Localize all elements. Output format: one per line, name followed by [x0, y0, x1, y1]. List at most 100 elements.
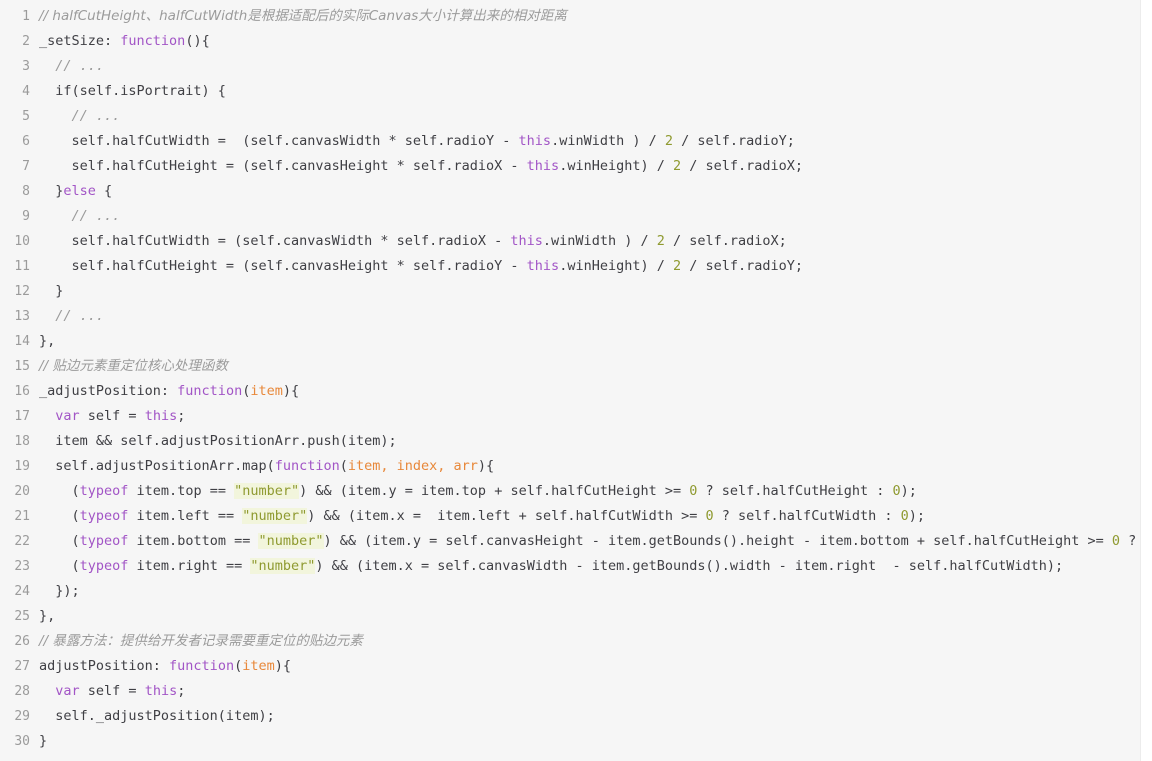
code-token: typeof [79, 483, 129, 499]
code-token: { [95, 183, 113, 199]
code-token: ){ [282, 383, 300, 399]
code-token: item && self.adjustPositionArr.push(item… [39, 433, 397, 449]
line-number: 17 [14, 409, 30, 424]
code-line-text: self.halfCutWidth = (self.canvasWidth * … [30, 129, 1140, 154]
line-number: 13 [14, 309, 30, 324]
code-token: self._adjustPosition(item); [39, 708, 275, 724]
code-line-text: (typeof item.left == "number") && (item.… [30, 504, 1140, 529]
line-number: 18 [14, 434, 30, 449]
code-line: 12 } [0, 279, 1140, 304]
code-block[interactable]: 1 // halfCutHeight、halfCutWidth是根据适配后的实际C… [0, 0, 1141, 761]
code-line: 25}, [0, 604, 1140, 629]
code-lines-container: 1 // halfCutHeight、halfCutWidth是根据适配后的实际C… [0, 0, 1140, 754]
code-token: ){ [274, 658, 291, 674]
code-token: .winWidth ) / [551, 133, 665, 149]
code-token: typeof [79, 508, 129, 524]
code-line: 24 }); [0, 579, 1140, 604]
code-line-text: self._adjustPosition(item); [30, 704, 1140, 729]
line-number: 14 [14, 334, 30, 349]
line-number: 21 [14, 509, 30, 524]
code-line: 22 (typeof item.bottom == "number") && (… [0, 529, 1140, 554]
code-line-text: self.halfCutHeight = (self.canvasHeight … [30, 254, 1140, 279]
code-token: self.adjustPositionArr.map( [39, 458, 275, 474]
code-token: ; [177, 408, 186, 424]
code-line-text: self.halfCutHeight = (self.canvasHeight … [30, 154, 1140, 179]
code-line: 6 self.halfCutWidth = (self.canvasWidth … [0, 129, 1140, 154]
code-token: ) && (item.x = item.left + self.halfCutW… [307, 508, 706, 524]
line-number: 1 [22, 9, 30, 24]
code-line: 10 self.halfCutWidth = (self.canvasWidth… [0, 229, 1140, 254]
code-token: ? self.halfCutWidth : [713, 508, 901, 524]
code-token: / self.radioY; [681, 258, 804, 274]
code-line: 26 // 暴露方法：提供给开发者记录需要重定位的贴边元素 [0, 629, 1140, 654]
code-line: 19 self.adjustPositionArr.map(function(i… [0, 454, 1140, 479]
code-token: // halfCutHeight、halfCutWidth是根据适配后的实际Ca… [39, 8, 567, 24]
code-token: "number" [250, 558, 316, 574]
line-number: 12 [14, 284, 30, 299]
code-token: 2 [664, 133, 673, 149]
code-token: / self.radioX; [681, 158, 804, 174]
line-number: 15 [14, 359, 30, 374]
code-token: ){ [477, 458, 495, 474]
code-token: var [55, 408, 80, 424]
code-token: 0 [1111, 533, 1121, 549]
code-token: ) && (item.y = item.top + self.halfCutHe… [299, 483, 690, 499]
code-line-text: } [30, 729, 1140, 754]
code-line: 1 // halfCutHeight、halfCutWidth是根据适配后的实际C… [0, 4, 1140, 29]
code-line-text: (typeof item.bottom == "number") && (ite… [30, 529, 1140, 554]
code-line-text: _adjustPosition: function(item){ [30, 379, 1140, 404]
code-line-text: // 暴露方法：提供给开发者记录需要重定位的贴边元素 [30, 629, 1140, 654]
line-number: 22 [14, 534, 30, 549]
code-line: 15 // 贴边元素重定位核心处理函数 [0, 354, 1140, 379]
code-token: this [144, 683, 178, 699]
line-number: 27 [14, 659, 30, 674]
line-number: 4 [22, 84, 30, 99]
code-line-text: }); [30, 579, 1140, 604]
line-number: 5 [22, 109, 30, 124]
code-token: if(self.isPortrait) { [39, 83, 226, 99]
line-number: 7 [22, 159, 30, 174]
line-number: 24 [14, 584, 30, 599]
code-line: 7 self.halfCutHeight = (self.canvasHeigh… [0, 154, 1140, 179]
code-token: self = [79, 683, 145, 699]
code-line-text: var self = this; [30, 404, 1140, 429]
code-token: ; [177, 683, 186, 699]
code-token: ); [908, 508, 925, 524]
code-line: 13 // ... [0, 304, 1140, 329]
line-number: 8 [22, 184, 30, 199]
code-token: ); [900, 483, 917, 499]
code-token: var [55, 683, 80, 699]
code-line: 29 self._adjustPosition(item); [0, 704, 1140, 729]
code-line-text: } [30, 279, 1140, 304]
code-token: 0 [892, 483, 901, 499]
code-token: ( [39, 508, 80, 524]
code-line: 9 // ... [0, 204, 1140, 229]
code-token: .winWidth ) / [542, 233, 657, 249]
code-token: } [39, 733, 48, 749]
code-token: this [510, 233, 543, 249]
code-line: 18 item && self.adjustPositionArr.push(i… [0, 429, 1140, 454]
line-number: 26 [14, 634, 30, 649]
code-token: }); [39, 583, 80, 599]
code-token: function [274, 458, 340, 474]
code-token: function [177, 383, 243, 399]
code-token: // 贴边元素重定位核心处理函数 [39, 358, 228, 374]
code-line: 27 adjustPosition: function(item){ [0, 654, 1140, 679]
code-token: item [242, 658, 275, 674]
line-number: 29 [14, 709, 30, 724]
line-number: 9 [22, 209, 30, 224]
line-number: 2 [22, 34, 30, 49]
line-number: 16 [14, 384, 30, 399]
code-line-text: }, [30, 604, 1140, 629]
code-token: item [250, 383, 283, 399]
line-number: 25 [14, 609, 30, 624]
code-token: function [169, 658, 235, 674]
code-token: (){ [185, 33, 210, 49]
line-number: 10 [14, 234, 30, 249]
code-line: 21 (typeof item.left == "number") && (it… [0, 504, 1140, 529]
code-line: 16 _adjustPosition: function(item){ [0, 379, 1140, 404]
code-token: ? self.halfCutHeight : [697, 483, 893, 499]
